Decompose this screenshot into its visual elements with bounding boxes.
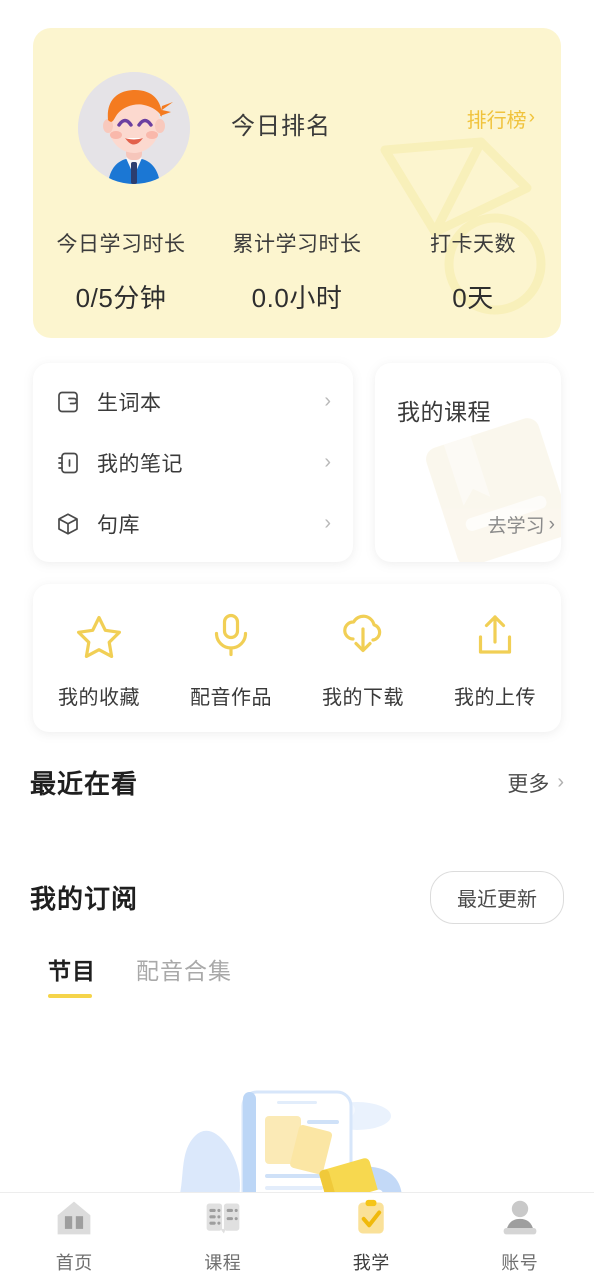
recent-section-header: 最近在看 更多 › [30,764,564,801]
menu-item-label: 句库 [97,513,140,537]
quick-action-label: 配音作品 [190,687,272,709]
avatar[interactable] [78,72,190,184]
recent-more-link[interactable]: 更多 › [507,768,564,798]
menu-item-wordbook[interactable]: 生词本 › [33,371,353,432]
tabbar-item-study[interactable]: 我学 [297,1198,446,1275]
microphone-icon [208,612,254,663]
stat-value: 0.0小时 [251,283,343,313]
star-icon [76,612,122,663]
my-courses-card[interactable]: 我的课程 去学习 › [375,363,561,562]
home-book-icon [54,1198,94,1243]
app-screen: 今日排名 排行榜 › 今日学习时长 0/5分钟 累计学习时长 0.0小时 打卡天… [0,0,594,1280]
subscription-tabs: 节目 配音合集 [48,952,594,998]
tabbar-label: 我学 [352,1253,390,1273]
stat-today-duration: 今日学习时长 0/5分钟 [33,228,209,315]
book-watermark-icon [426,418,561,562]
leaderboard-link[interactable]: 排行榜 › [467,104,535,133]
tabbar-label: 账号 [501,1253,539,1273]
account-person-icon [500,1198,540,1243]
stat-value: 0天 [452,283,494,313]
go-study-label: 去学习 [487,516,545,537]
stat-label: 打卡天数 [430,233,516,256]
scroll-content[interactable]: 今日排名 排行榜 › 今日学习时长 0/5分钟 累计学习时长 0.0小时 打卡天… [0,0,594,1192]
quick-actions-card: 我的收藏 配音作品 我的下载 我的上传 [33,584,561,732]
tabbar-item-courses[interactable]: 课程 [149,1198,298,1275]
tab-programs[interactable]: 节目 [48,952,96,998]
upload-icon [472,612,518,663]
menu-item-sentence-bank[interactable]: 句库 › [33,493,353,554]
stat-total-duration: 累计学习时长 0.0小时 [209,228,385,315]
avatar-illustration-icon [78,72,190,184]
box-icon [55,511,81,537]
cloud-download-icon [340,612,386,663]
clipboard-check-icon [351,1198,391,1243]
quick-action-label: 我的下载 [322,687,404,709]
go-study-link[interactable]: 去学习 › [488,511,555,538]
stat-value: 0/5分钟 [75,283,167,313]
quick-action-uploads[interactable]: 我的上传 [429,612,561,710]
subscription-section-header: 我的订阅 最近更新 [30,871,564,924]
recent-title: 最近在看 [30,769,139,799]
bottom-tabbar: 首页 课程 我学 账号 [0,1192,594,1280]
quick-action-label: 我的上传 [454,687,536,709]
chevron-right-icon: › [324,512,331,534]
menu-item-label: 我的笔记 [97,452,183,476]
quick-action-favorites[interactable]: 我的收藏 [33,612,165,710]
quick-action-label: 我的收藏 [58,687,140,709]
menu-item-label: 生词本 [97,391,162,415]
chevron-right-icon: › [324,451,331,473]
empty-state [0,1056,594,1192]
tabbar-label: 课程 [204,1253,242,1273]
my-courses-title: 我的课程 [397,399,491,425]
quick-action-downloads[interactable]: 我的下载 [297,612,429,710]
courses-icon [203,1198,243,1243]
chevron-right-icon: › [557,771,564,793]
stat-checkin-days: 打卡天数 0天 [385,228,561,315]
tab-dubbing-collections[interactable]: 配音合集 [136,952,232,998]
rank-title: 今日排名 [231,113,331,140]
tabbar-item-account[interactable]: 账号 [446,1198,594,1275]
empty-state-illustration-icon [180,1090,402,1192]
tabbar-item-home[interactable]: 首页 [0,1198,149,1275]
menu-list-card: 生词本 › 我的笔记 › 句库 › [33,363,353,562]
chevron-right-icon: › [528,107,535,128]
stat-label: 今日学习时长 [56,233,186,256]
stats-row: 今日学习时长 0/5分钟 累计学习时长 0.0小时 打卡天数 0天 [33,228,561,315]
tabbar-label: 首页 [55,1253,93,1273]
chevron-right-icon: › [324,390,331,412]
chevron-right-icon: › [548,513,555,535]
stat-label: 累计学习时长 [232,233,362,256]
wordbook-icon [55,389,81,415]
menu-item-notes[interactable]: 我的笔记 › [33,432,353,493]
quick-action-dubbing-works[interactable]: 配音作品 [165,612,297,710]
mid-cards-row: 生词本 › 我的笔记 › 句库 › 我的课程 去学习 › [33,363,561,562]
sort-recent-update-button[interactable]: 最近更新 [430,871,564,924]
notebook-icon [55,450,81,476]
leaderboard-link-label: 排行榜 [466,110,527,132]
recent-more-label: 更多 [507,772,550,796]
study-summary-card: 今日排名 排行榜 › 今日学习时长 0/5分钟 累计学习时长 0.0小时 打卡天… [33,28,561,338]
subscription-title: 我的订阅 [30,884,139,914]
